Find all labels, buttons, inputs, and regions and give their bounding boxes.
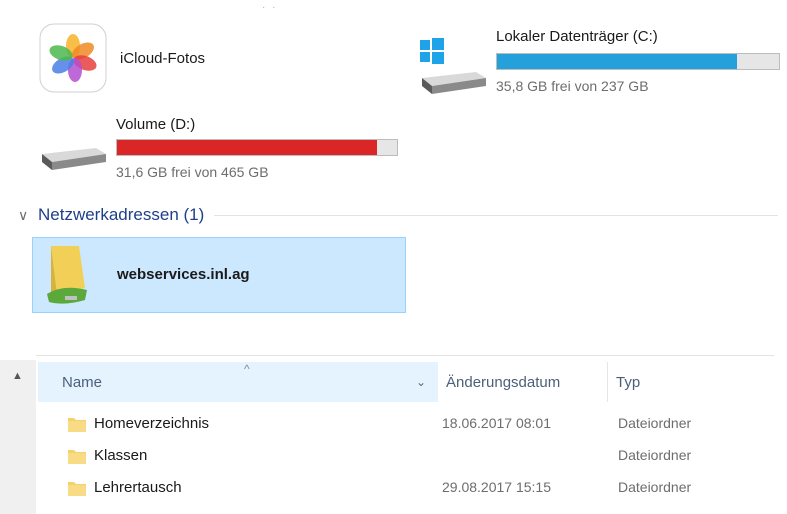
photos-icon [38,22,108,99]
file-type: Dateiordner [618,447,692,463]
group-title: Netzwerkadressen (1) [38,205,205,224]
network-group-header[interactable]: ∨ Netzwerkadressen (1) [18,202,778,228]
column-header-type[interactable]: Typ [610,362,760,402]
list-divider [36,355,774,356]
network-location-name: webservices.inl.ag [117,266,250,283]
drive-c-usage-bar [496,53,780,70]
file-date: 29.08.2017 15:15 [442,479,551,495]
vertical-scrollbar[interactable] [0,360,36,514]
column-header-name[interactable]: ^ Name ⌄ [38,362,438,402]
drive-d-free-space: 31,6 GB frei von 465 GB [116,164,269,180]
folder-icon [68,480,86,496]
column-header-date[interactable]: Änderungsdatum [440,362,608,402]
icloud-photos-label: iCloud-Fotos [120,50,206,67]
table-row[interactable]: Homeverzeichnis 18.06.2017 08:01 Dateior… [60,410,760,440]
drive-d-usage-fill [117,140,378,155]
folder-icon [68,416,86,432]
drive-c-free-space: 35,8 GB frei von 237 GB [496,78,649,94]
file-type: Dateiordner [618,415,692,431]
resize-grip: · · [262,2,278,13]
windows-drive-icon [418,38,488,103]
sort-ascending-icon: ^ [244,362,250,376]
hard-drive-icon [38,138,108,183]
scroll-up-arrow-icon[interactable]: ▲ [12,370,23,382]
drive-d-usage-bar [116,139,398,156]
file-name: Lehrertausch [94,479,182,496]
drive-d-label: Volume (D:) [116,116,196,133]
column-type-label: Typ [616,373,641,391]
network-location-item[interactable]: webservices.inl.ag [32,237,406,313]
drive-c-usage-fill [497,54,737,69]
file-date: 18.06.2017 08:01 [442,415,551,431]
column-date-label: Änderungsdatum [446,373,561,391]
column-name-label: Name [62,373,103,391]
icloud-photos-tile[interactable]: iCloud-Fotos [38,22,338,102]
table-row[interactable]: Lehrertausch 29.08.2017 15:15 Dateiordne… [60,474,760,504]
group-divider [214,214,778,216]
chevron-down-icon[interactable]: ⌄ [416,375,426,389]
chevron-down-icon[interactable]: ∨ [18,207,38,224]
drive-d-tile[interactable]: Volume (D:) 31,6 GB frei von 465 GB [38,112,402,192]
file-type: Dateiordner [618,479,692,495]
file-name: Homeverzeichnis [94,415,210,432]
drive-c-label: Lokaler Datenträger (C:) [496,28,658,45]
table-row[interactable]: Klassen Dateiordner [60,442,760,472]
drive-c-tile[interactable]: Lokaler Datenträger (C:) 35,8 GB frei vo… [418,24,784,104]
file-name: Klassen [94,447,148,464]
folder-icon [68,448,86,464]
network-folder-icon [41,244,101,313]
